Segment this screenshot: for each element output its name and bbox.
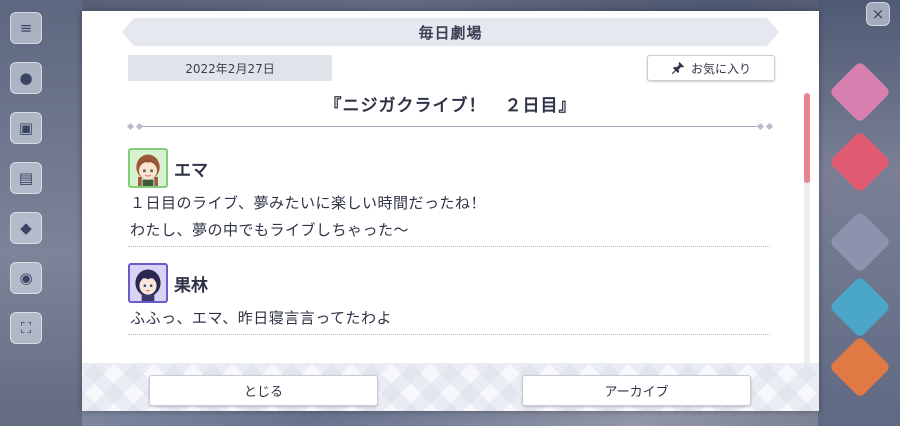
speaker-name: 果林 [174, 275, 208, 296]
dialogue-entry: エマ １日目のライブ、夢みたいに楽しい時間だったね！ わたし、夢の中でもライブし… [128, 146, 770, 247]
title-divider [126, 122, 774, 131]
dialogue-entry: 果林 ふふっ、エマ、昨日寝言言ってたわよ [128, 261, 770, 335]
close-overlay-icon[interactable]: × [866, 2, 890, 26]
pin-icon [671, 61, 685, 75]
shop-tile[interactable] [828, 335, 892, 399]
entry-separator [128, 334, 770, 335]
favorite-label: お気に入り [690, 61, 751, 76]
dialogue-scroll-area[interactable]: エマ １日目のライブ、夢みたいに楽しい時間だったね！ わたし、夢の中でもライブし… [128, 146, 770, 361]
left-menu-column: ≡ ● ▣ ▤ ◆ ◉ ⛶ [0, 0, 82, 426]
dialogue-line: １日目のライブ、夢みたいに楽しい時間だったね！ [130, 194, 487, 212]
favorite-button[interactable]: お気に入り [647, 55, 775, 81]
emma-avatar [128, 148, 168, 188]
camera-icon[interactable]: ◉ [10, 262, 42, 294]
scrollbar-thumb[interactable] [804, 93, 810, 183]
karin-avatar [128, 263, 168, 303]
dialog-title: 毎日劇場 [122, 18, 779, 46]
chat-icon[interactable]: ● [10, 62, 42, 94]
daily-theater-dialog: 毎日劇場 2022年2月27日 お気に入り 『ニジガクライブ！ ２日目』 エマ … [82, 11, 819, 411]
fullscreen-icon[interactable]: ⛶ [10, 312, 42, 344]
close-button[interactable]: とじる [149, 375, 378, 406]
card-tile[interactable] [828, 210, 892, 274]
scrollbar-track[interactable] [804, 93, 810, 365]
menu-icon[interactable]: ≡ [10, 12, 42, 44]
archive-button[interactable]: アーカイブ [522, 375, 751, 406]
dialogue-line: ふふっ、エマ、昨日寝言言ってたわよ [130, 309, 393, 327]
dialog-footer: とじる アーカイブ [82, 363, 819, 411]
mission-icon[interactable]: ◆ [10, 212, 42, 244]
speaker-row: エマ [128, 146, 770, 190]
event-tile[interactable] [828, 60, 892, 124]
date-label: 2022年2月27日 [128, 55, 332, 81]
gift-icon[interactable]: ▤ [10, 162, 42, 194]
entry-separator [128, 246, 770, 247]
right-menu-column: × [818, 0, 900, 426]
story-title: 『ニジガクライブ！ ２日目』 [324, 96, 577, 116]
speaker-name: エマ [174, 160, 208, 181]
bag-icon[interactable]: ▣ [10, 112, 42, 144]
dialogue-line: わたし、夢の中でもライブしちゃった〜 [130, 221, 410, 239]
gacha-tile[interactable] [828, 275, 892, 339]
live-tile[interactable] [828, 130, 892, 194]
speaker-row: 果林 [128, 261, 770, 305]
